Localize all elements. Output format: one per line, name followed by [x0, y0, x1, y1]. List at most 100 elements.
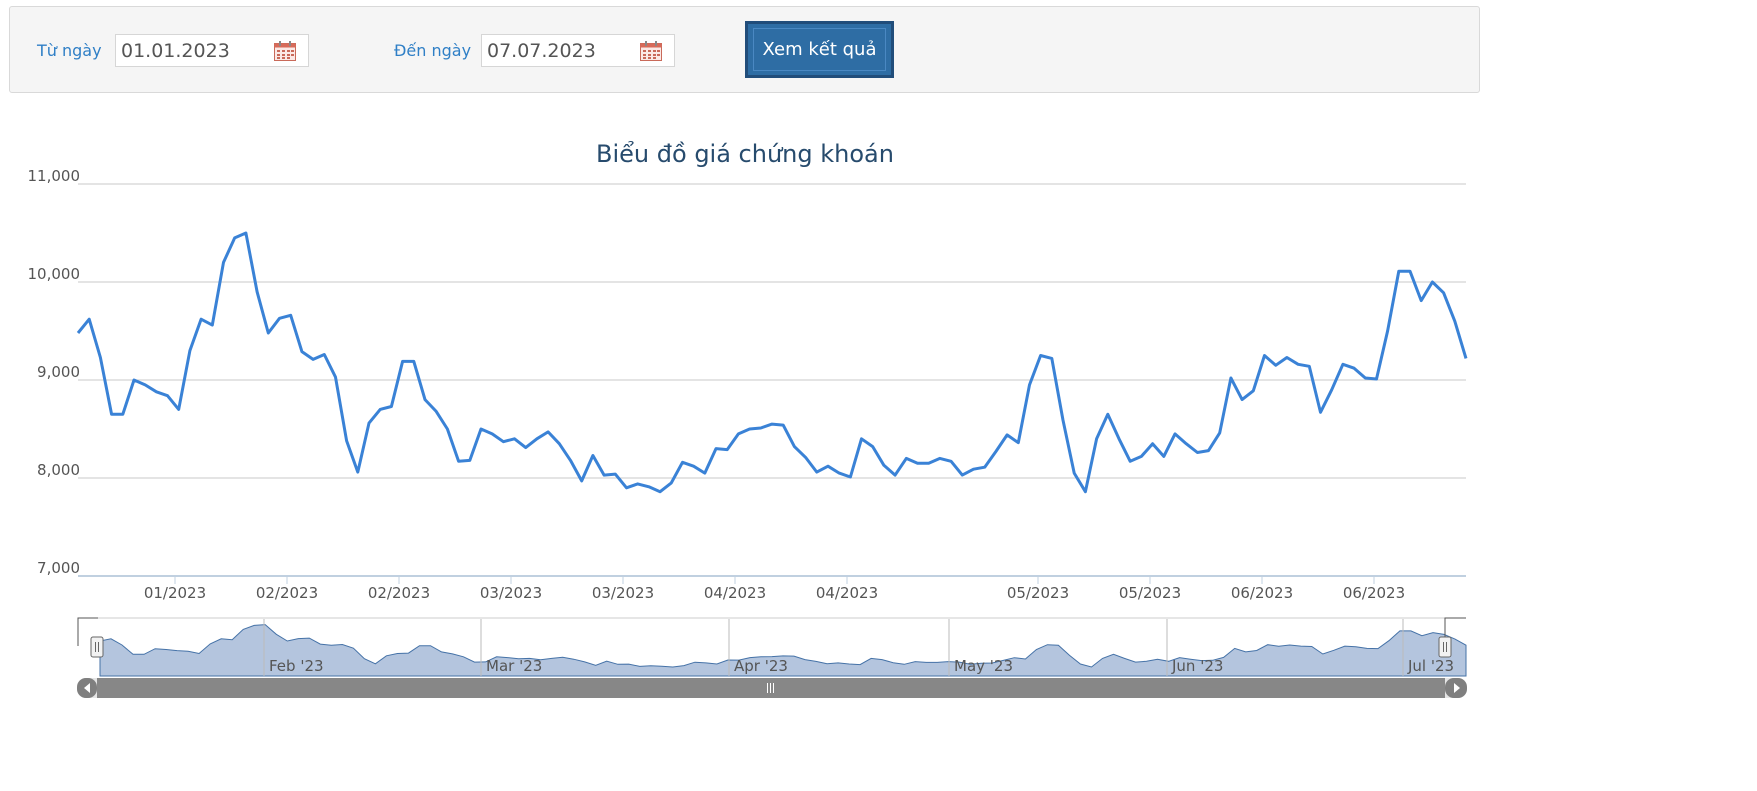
price-point[interactable]	[523, 445, 529, 451]
price-point[interactable]	[153, 389, 159, 395]
price-point[interactable]	[388, 404, 394, 410]
price-point[interactable]	[467, 457, 473, 463]
price-point[interactable]	[814, 469, 820, 475]
price-point[interactable]	[1385, 328, 1391, 334]
view-results-button[interactable]: Xem kết quả	[745, 21, 894, 78]
price-point[interactable]	[243, 230, 249, 236]
price-point[interactable]	[254, 289, 260, 295]
view-results-button-label[interactable]: Xem kết quả	[753, 28, 886, 71]
price-point[interactable]	[758, 425, 764, 431]
price-point[interactable]	[680, 459, 686, 465]
price-point[interactable]	[411, 358, 417, 364]
price-point[interactable]	[221, 259, 227, 265]
price-point[interactable]	[1452, 318, 1458, 324]
price-point[interactable]	[433, 408, 439, 414]
price-point[interactable]	[86, 316, 92, 322]
price-point[interactable]	[299, 349, 305, 355]
price-point[interactable]	[1206, 448, 1212, 454]
price-point[interactable]	[1262, 353, 1268, 359]
navigator-right-handle[interactable]	[1438, 636, 1452, 658]
price-point[interactable]	[232, 235, 238, 241]
price-point[interactable]	[176, 406, 182, 412]
price-point[interactable]	[847, 474, 853, 480]
price-point[interactable]	[1071, 470, 1077, 476]
price-point[interactable]	[366, 420, 372, 426]
price-point[interactable]	[1396, 268, 1402, 274]
price-point[interactable]	[310, 356, 316, 362]
price-point[interactable]	[1172, 431, 1178, 437]
price-point[interactable]	[456, 458, 462, 464]
scrollbar[interactable]	[77, 678, 1467, 698]
price-point[interactable]	[444, 426, 450, 432]
from-date-value[interactable]: 01.01.2023	[121, 40, 230, 62]
price-point[interactable]	[1004, 432, 1010, 438]
price-point[interactable]	[489, 431, 495, 437]
price-point[interactable]	[624, 485, 630, 491]
price-point[interactable]	[568, 457, 574, 463]
price-point[interactable]	[1362, 375, 1368, 381]
price-point[interactable]	[131, 377, 137, 383]
price-point[interactable]	[1429, 279, 1435, 285]
price-point[interactable]	[545, 429, 551, 435]
price-point[interactable]	[333, 374, 339, 380]
price-point[interactable]	[859, 436, 865, 442]
price-point[interactable]	[377, 406, 383, 412]
price-point[interactable]	[691, 463, 697, 469]
calendar-icon[interactable]	[274, 41, 296, 61]
price-point[interactable]	[1329, 387, 1335, 393]
price-point[interactable]	[1407, 268, 1413, 274]
price-point[interactable]	[982, 464, 988, 470]
price-point[interactable]	[422, 397, 428, 403]
price-point[interactable]	[1374, 376, 1380, 382]
price-point[interactable]	[1239, 397, 1245, 403]
price-point[interactable]	[937, 455, 943, 461]
price-point[interactable]	[769, 421, 775, 427]
price-point[interactable]	[971, 466, 977, 472]
price-point[interactable]	[903, 455, 909, 461]
price-point[interactable]	[1183, 441, 1189, 447]
price-point[interactable]	[165, 393, 171, 399]
price-point[interactable]	[601, 472, 607, 478]
price-point[interactable]	[534, 436, 540, 442]
price-point[interactable]	[579, 478, 585, 484]
price-point[interactable]	[1463, 355, 1469, 361]
price-point[interactable]	[892, 472, 898, 478]
price-point[interactable]	[1340, 361, 1346, 367]
price-point[interactable]	[1138, 453, 1144, 459]
price-point[interactable]	[1273, 362, 1279, 368]
price-point[interactable]	[1150, 441, 1156, 447]
navigator[interactable]: Feb '23 Mar '23 Apr '23 May '23 Jun '23 Jul '…	[77, 617, 1467, 677]
price-point[interactable]	[1060, 417, 1066, 423]
price-point[interactable]	[915, 460, 921, 466]
price-point[interactable]	[1127, 458, 1133, 464]
price-point[interactable]	[97, 355, 103, 361]
price-point[interactable]	[1284, 355, 1290, 361]
price-point[interactable]	[713, 446, 719, 452]
calendar-icon[interactable]	[640, 41, 662, 61]
price-point[interactable]	[355, 469, 361, 475]
price-point[interactable]	[1306, 363, 1312, 369]
price-point[interactable]	[142, 382, 148, 388]
price-point[interactable]	[825, 463, 831, 469]
price-point[interactable]	[209, 322, 215, 328]
price-point[interactable]	[791, 444, 797, 450]
price-point[interactable]	[1094, 436, 1100, 442]
price-point[interactable]	[1049, 355, 1055, 361]
price-point[interactable]	[926, 460, 932, 466]
price-point[interactable]	[556, 441, 562, 447]
price-point[interactable]	[400, 358, 406, 364]
price-point[interactable]	[836, 470, 842, 476]
price-point[interactable]	[344, 438, 350, 444]
price-point[interactable]	[1250, 388, 1256, 394]
price-point[interactable]	[321, 352, 327, 358]
to-date-input[interactable]: 07.07.2023	[481, 34, 675, 67]
price-point[interactable]	[187, 348, 193, 354]
price-point[interactable]	[881, 462, 887, 468]
price-point[interactable]	[512, 436, 518, 442]
price-point[interactable]	[1217, 430, 1223, 436]
price-point[interactable]	[735, 431, 741, 437]
price-point[interactable]	[120, 411, 126, 417]
price-point[interactable]	[1161, 453, 1167, 459]
price-point[interactable]	[780, 422, 786, 428]
navigator-left-handle[interactable]	[90, 636, 104, 658]
